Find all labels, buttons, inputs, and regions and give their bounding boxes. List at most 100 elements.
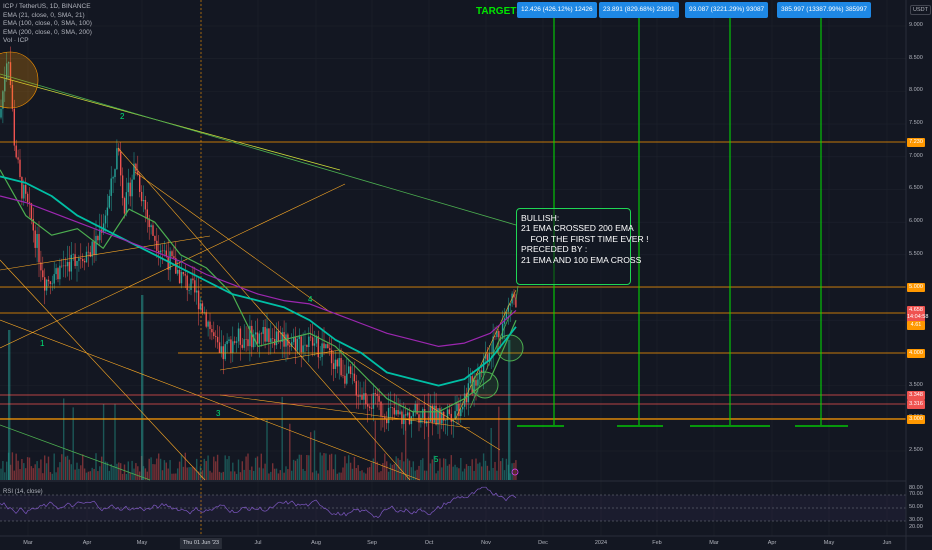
candle-body [251, 325, 253, 348]
volume-bar [215, 461, 217, 480]
legend-vol[interactable]: Vol · ICP [3, 37, 92, 46]
volume-bar [294, 460, 297, 480]
volume-bar [148, 458, 150, 480]
volume-bar [349, 462, 352, 480]
candle-body [450, 413, 452, 422]
candle-body [192, 278, 194, 281]
volume-bar [477, 463, 479, 480]
volume-bar [184, 452, 186, 480]
price-tag: 4.000 [907, 349, 925, 358]
legend-ema200[interactable]: EMA (200, close, 0, SMA, 200) [3, 29, 92, 38]
candle-body [296, 338, 299, 351]
volume-bar [26, 457, 29, 480]
volume-bar [211, 472, 213, 480]
candle-body [329, 348, 331, 351]
volume-bar [21, 459, 23, 480]
candle-body [47, 279, 50, 282]
volume-bar [393, 463, 395, 480]
candle-body [444, 420, 447, 421]
x-tick-label: Jul [254, 540, 262, 546]
candle-body [152, 225, 154, 236]
volume-bar [463, 468, 466, 480]
candle-body [367, 404, 369, 407]
volume-bar [32, 468, 34, 480]
candle-body [363, 393, 365, 400]
volume-bar [262, 468, 264, 480]
candle-body [346, 373, 348, 384]
volume-bar [44, 455, 46, 480]
candle-body [34, 230, 36, 248]
volume-bar [355, 468, 357, 480]
wave-label-4: 4 [308, 295, 313, 304]
volume-bar [435, 473, 437, 480]
candle-body [289, 345, 291, 347]
volume-bar [272, 463, 274, 480]
volume-bar [55, 472, 57, 480]
candle-body [161, 250, 164, 252]
volume-bar [85, 472, 88, 480]
volume-bar [51, 473, 53, 480]
volume-bar [492, 467, 494, 480]
volume-bar [500, 461, 502, 480]
volume-bar [306, 454, 308, 480]
candle-body [294, 337, 297, 351]
legend-ema100[interactable]: EMA (100, close, 0, SMA, 100) [3, 20, 92, 29]
volume-bar [408, 460, 411, 480]
volume-bar [190, 467, 192, 480]
wave-label-1: 1 [40, 339, 45, 348]
volume-bar [488, 470, 490, 480]
candle-body [220, 346, 223, 354]
volume-spike [141, 295, 144, 480]
candle-body [277, 331, 280, 342]
candle-body [232, 341, 234, 354]
volume-bar [2, 461, 4, 480]
volume-bar [249, 469, 251, 480]
volume-bar [368, 467, 371, 480]
volume-bar [410, 467, 413, 480]
volume-bar [469, 466, 471, 480]
candle-body [144, 199, 147, 210]
volume-bar [102, 404, 105, 480]
candle-body [106, 207, 109, 216]
volume-bar [311, 472, 314, 480]
currency-label[interactable]: USDT [910, 5, 931, 15]
volume-bar [425, 470, 428, 480]
candle-body [194, 280, 196, 293]
candle-body [378, 395, 380, 402]
candle-body [91, 241, 93, 257]
candle-body [25, 184, 27, 194]
candle-body [66, 261, 69, 267]
price-tag: 3.348 [907, 391, 925, 400]
legend-symbol[interactable]: ICP / TetherUS, 1D, BINANCE [3, 3, 92, 12]
volume-bar [344, 456, 346, 480]
volume-bar [334, 454, 337, 480]
volume-bar [127, 461, 129, 480]
candle-body [348, 366, 350, 374]
candle-body [401, 411, 403, 425]
volume-bar [351, 468, 354, 480]
candle-body [216, 336, 219, 343]
candle-body [21, 176, 23, 199]
volume-bar [376, 461, 378, 480]
volume-bar [490, 427, 492, 480]
volume-bar [150, 457, 152, 480]
candle-body [395, 410, 397, 415]
candle-body [458, 403, 460, 417]
rsi-legend[interactable]: RSI (14, close) [3, 489, 43, 495]
candle-body [114, 169, 116, 178]
y-tick-label: 2.500 [909, 447, 923, 453]
candle-body [95, 235, 97, 255]
volume-bar [68, 459, 71, 480]
candle-body [422, 409, 424, 418]
volume-bar [374, 420, 376, 480]
volume-bar [93, 468, 95, 480]
price-chart[interactable] [0, 0, 932, 550]
volume-bar [224, 455, 226, 480]
volume-bar [513, 462, 515, 480]
volume-bar [209, 470, 211, 480]
bullish-callout: BULLISH: 21 EMA CROSSED 200 EMA FOR THE … [516, 208, 649, 285]
volume-bar [287, 469, 289, 480]
y-tick-label: 6.000 [909, 218, 923, 225]
x-tick-label: Thu 01 Jun '23 [179, 538, 223, 549]
legend-ema21[interactable]: EMA (21, close, 0, SMA, 21) [3, 12, 92, 21]
